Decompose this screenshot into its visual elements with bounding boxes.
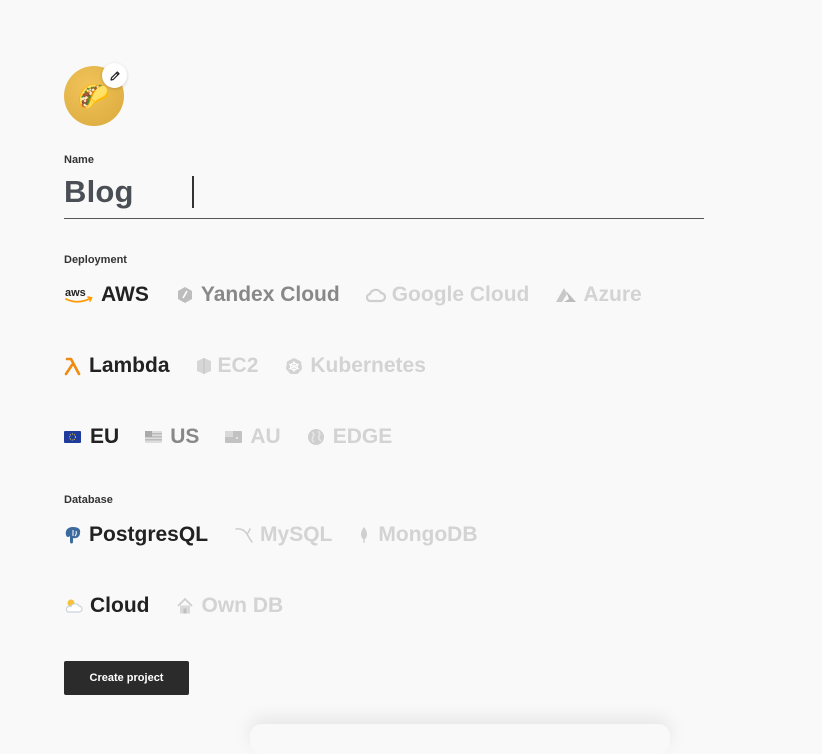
lambda-icon <box>64 356 82 376</box>
postgresql-icon <box>64 525 82 545</box>
option-edge[interactable]: EDGE <box>307 425 393 449</box>
option-label: AU <box>250 425 281 448</box>
deployment-label: Deployment <box>64 254 127 266</box>
option-label: PostgresQL <box>89 523 209 546</box>
option-eu[interactable]: EU <box>64 425 119 449</box>
text-caret <box>192 176 194 208</box>
house-icon <box>175 597 195 615</box>
au-flag-icon <box>225 431 243 443</box>
edit-avatar-button[interactable] <box>102 63 127 88</box>
option-label: Yandex Cloud <box>200 283 340 306</box>
option-lambda[interactable]: Lambda <box>64 354 170 378</box>
option-label: Cloud <box>90 594 150 617</box>
option-label: Google Cloud <box>391 283 530 306</box>
ec2-icon <box>196 357 212 375</box>
option-label: EC2 <box>217 354 259 377</box>
option-own-db[interactable]: Own DB <box>175 594 283 618</box>
region-options: EU US AU EDGE <box>64 425 418 449</box>
option-google-cloud[interactable]: Google Cloud <box>365 283 530 307</box>
option-label: Own DB <box>201 594 284 617</box>
compute-options: Lambda EC2 Kubernetes <box>64 354 452 378</box>
option-label: Kubernetes <box>310 354 426 377</box>
pencil-icon <box>109 70 120 81</box>
option-label: MongoDB <box>378 523 478 546</box>
azure-icon <box>555 287 577 303</box>
mysql-icon <box>234 526 254 544</box>
cloud-sun-icon <box>64 598 83 614</box>
database-hosting-options: Cloud Own DB <box>64 594 309 618</box>
option-cloud[interactable]: Cloud <box>64 594 149 618</box>
name-input[interactable] <box>64 174 704 210</box>
mongodb-icon <box>358 526 370 544</box>
option-label: Lambda <box>89 354 170 377</box>
aws-icon: aws <box>64 285 94 305</box>
database-label: Database <box>64 494 113 506</box>
option-mysql[interactable]: MySQL <box>234 523 332 547</box>
eu-flag-icon <box>64 431 81 443</box>
option-label: US <box>170 425 200 448</box>
option-kubernetes[interactable]: Kubernetes <box>284 354 426 378</box>
option-ec2[interactable]: EC2 <box>196 354 259 378</box>
option-au[interactable]: AU <box>225 425 281 449</box>
avatar[interactable]: 🌮 <box>64 63 127 126</box>
kubernetes-icon <box>284 357 304 375</box>
provider-options: aws AWS Yandex Cloud Google Cloud Azure <box>64 283 668 307</box>
database-engine-options: PostgresQL MySQL MongoDB <box>64 523 504 547</box>
option-azure[interactable]: Azure <box>555 283 642 307</box>
globe-icon <box>307 428 325 446</box>
option-yandex-cloud[interactable]: Yandex Cloud <box>175 283 340 307</box>
name-label: Name <box>64 154 94 166</box>
option-label: AWS <box>101 283 149 306</box>
option-label: EDGE <box>332 425 393 448</box>
option-label: EU <box>90 425 120 448</box>
taco-emoji: 🌮 <box>77 80 111 111</box>
create-project-button[interactable]: Create project <box>64 661 189 695</box>
yandex-cloud-icon <box>175 286 195 304</box>
name-field[interactable] <box>64 170 704 219</box>
option-mongodb[interactable]: MongoDB <box>358 523 478 547</box>
option-postgresql[interactable]: PostgresQL <box>64 523 208 547</box>
svg-text:aws: aws <box>65 287 86 299</box>
option-label: MySQL <box>260 523 333 546</box>
option-label: Azure <box>583 283 642 306</box>
google-cloud-icon <box>365 287 386 303</box>
option-us[interactable]: US <box>145 425 199 449</box>
option-aws[interactable]: aws AWS <box>64 283 149 307</box>
us-flag-icon <box>145 431 163 443</box>
bottom-panel-shadow <box>250 724 670 754</box>
